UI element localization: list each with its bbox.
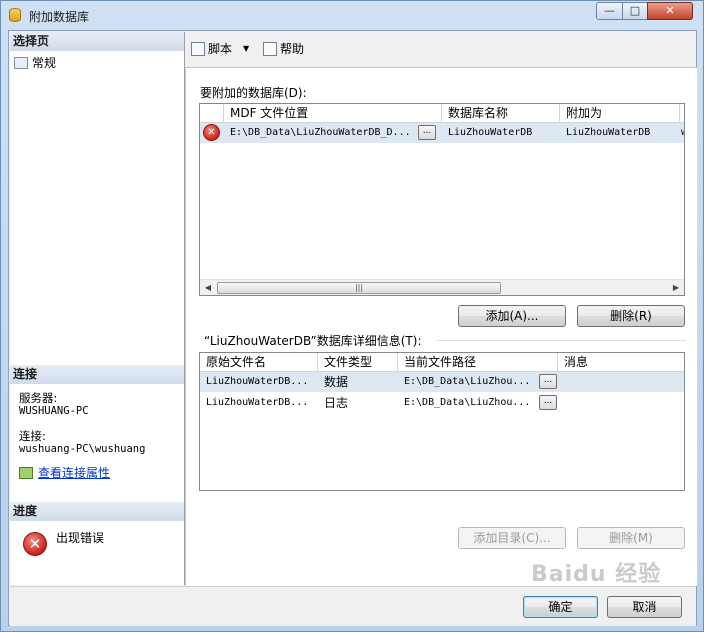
minimize-button[interactable]: — <box>596 2 623 20</box>
close-button[interactable]: ✕ <box>647 2 693 20</box>
server-label: 服务器: <box>19 391 58 405</box>
table-row[interactable]: LiuZhouWaterDB... 数据 E:\DB_Data\LiuZhou.… <box>200 372 684 392</box>
error-icon: ✕ <box>203 124 220 141</box>
script-icon <box>191 41 205 56</box>
add-catalog-button[interactable]: 添加目录(C)... <box>458 527 566 549</box>
attach-grid-hscrollbar[interactable]: ◀ ||| ▶ <box>200 279 684 295</box>
column-header-db-name[interactable]: 数据库名称 <box>442 104 560 122</box>
dialog-footer: 确定 取消 <box>10 586 696 626</box>
error-icon: ✕ <box>23 532 47 556</box>
title-bar[interactable]: 附加数据库 — □ ✕ <box>1 1 703 29</box>
attach-grid: MDF 文件位置 数据库名称 附加为 所 ✕ E:\DB_Data\LiuZho… <box>199 103 685 296</box>
attach-grid-header: MDF 文件位置 数据库名称 附加为 所 <box>200 104 684 123</box>
connection-properties-icon <box>19 466 33 479</box>
remove-file-button[interactable]: 删除(M) <box>577 527 685 549</box>
page-icon <box>14 56 28 69</box>
dialog-client: 选择页 常规 连接 服务器: WUSHUANG-PC 连接: wushuang-… <box>8 30 697 626</box>
remove-button[interactable]: 删除(R) <box>577 305 685 327</box>
column-header-message[interactable]: 消息 <box>558 353 684 371</box>
column-header-current-path[interactable]: 当前文件路径 <box>398 353 558 371</box>
database-icon <box>9 8 21 22</box>
ok-button[interactable]: 确定 <box>523 596 598 618</box>
toolbar: 脚本 ▼ 帮助 <box>185 32 695 64</box>
maximize-button[interactable]: □ <box>622 2 648 20</box>
help-icon <box>263 41 277 56</box>
view-connection-properties[interactable]: 查看连接属性 <box>19 464 110 481</box>
column-header-mdf[interactable]: MDF 文件位置 <box>224 104 442 122</box>
scroll-right-arrow[interactable]: ▶ <box>668 280 684 295</box>
help-button[interactable]: 帮助 <box>263 40 304 57</box>
message-cell <box>558 372 684 392</box>
column-header-owner[interactable]: 所 <box>680 104 684 122</box>
connection-header: 连接 <box>10 365 184 384</box>
help-label: 帮助 <box>280 42 305 56</box>
view-connection-properties-link[interactable]: 查看连接属性 <box>38 464 110 481</box>
page-item-label: 常规 <box>32 56 57 70</box>
scroll-thumb[interactable]: ||| <box>217 282 501 294</box>
cancel-button[interactable]: 取消 <box>607 596 682 618</box>
row-status: ✕ <box>202 123 222 143</box>
attach-database-window: 附加数据库 — □ ✕ 选择页 常规 连接 服务器: WUSHUANG-PC 连… <box>0 0 704 632</box>
current-path-cell[interactable]: E:\DB_Data\LiuZhou... <box>398 372 536 392</box>
column-header-original-file[interactable]: 原始文件名 <box>200 353 318 371</box>
scroll-left-arrow[interactable]: ◀ <box>200 280 216 295</box>
mdf-path-cell[interactable]: E:\DB_Data\LiuZhouWaterDB_D... <box>224 123 418 143</box>
baidu-watermark: Baidu 经验 <box>531 562 662 587</box>
script-dropdown-icon[interactable]: ▼ <box>243 44 249 53</box>
original-file-cell[interactable]: LiuZhouWaterDB... <box>200 372 318 392</box>
page-item-general[interactable]: 常规 <box>14 54 56 71</box>
attach-as-cell[interactable]: LiuZhouWaterDB <box>560 123 680 143</box>
window-title: 附加数据库 <box>29 10 90 24</box>
column-header-file-type[interactable]: 文件类型 <box>318 353 398 371</box>
script-label: 脚本 <box>208 42 233 56</box>
add-button[interactable]: 添加(A)... <box>458 305 566 327</box>
general-page: 要附加的数据库(D): MDF 文件位置 数据库名称 附加为 所 ✕ E:\DB… <box>185 67 697 586</box>
original-file-cell[interactable]: LiuZhouWaterDB... <box>200 393 318 413</box>
table-row[interactable]: LiuZhouWaterDB... 日志 E:\DB_Data\LiuZhou.… <box>200 393 684 413</box>
message-cell <box>558 393 684 413</box>
attach-label: 要附加的数据库(D): <box>200 86 307 100</box>
details-label: “LiuZhouWaterDB”数据库详细信息(T): <box>204 334 422 348</box>
current-path-cell[interactable]: E:\DB_Data\LiuZhou... <box>398 393 536 413</box>
connection-value: wushuang-PC\wushuang <box>19 443 146 455</box>
details-grid-header: 原始文件名 文件类型 当前文件路径 消息 <box>200 353 684 372</box>
table-row[interactable]: ✕ E:\DB_Data\LiuZhouWaterDB_D... ... Liu… <box>200 123 684 143</box>
details-separator <box>436 340 686 341</box>
progress-header: 进度 <box>10 502 184 521</box>
browse-path-button[interactable]: ... <box>539 395 557 410</box>
progress-status: 出现错误 <box>56 531 105 545</box>
connection-label: 连接: <box>19 429 46 443</box>
status-column-header <box>200 104 224 122</box>
left-pane: 选择页 常规 连接 服务器: WUSHUANG-PC 连接: wushuang-… <box>10 32 185 585</box>
file-type-cell[interactable]: 日志 <box>318 393 398 413</box>
file-type-cell[interactable]: 数据 <box>318 372 398 392</box>
column-header-attach-as[interactable]: 附加为 <box>560 104 680 122</box>
db-name-cell[interactable]: LiuZhouWaterDB <box>442 123 560 143</box>
server-value: WUSHUANG-PC <box>19 405 89 417</box>
owner-cell[interactable]: w <box>680 123 684 143</box>
select-page-header: 选择页 <box>10 32 184 51</box>
browse-mdf-button[interactable]: ... <box>418 125 436 140</box>
details-grid: 原始文件名 文件类型 当前文件路径 消息 LiuZhouWaterDB... 数… <box>199 352 685 491</box>
browse-path-button[interactable]: ... <box>539 374 557 389</box>
script-button[interactable]: 脚本 ▼ <box>191 40 249 57</box>
